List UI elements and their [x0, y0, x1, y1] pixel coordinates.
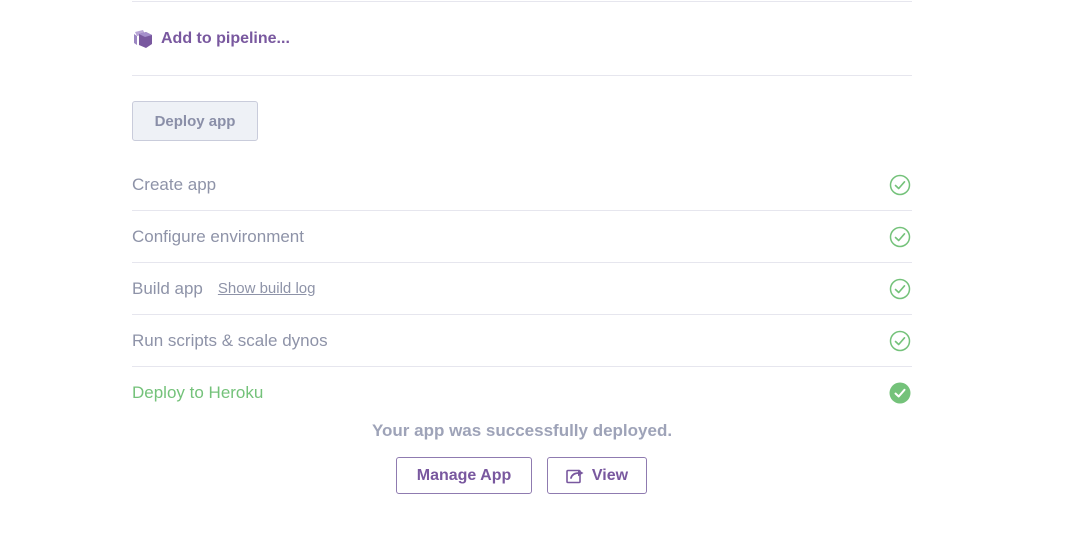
step-label: Create app	[132, 174, 217, 194]
external-link-icon	[566, 468, 585, 484]
manage-app-label: Manage App	[416, 466, 512, 484]
view-app-button[interactable]: View	[547, 457, 647, 494]
deploy-steps-list: Create app Configure environment Build a…	[132, 159, 912, 419]
deploy-actions: Manage App View	[396, 457, 647, 494]
step-label: Deploy to Heroku	[132, 383, 264, 402]
add-to-pipeline-link[interactable]: Add to pipeline...	[132, 27, 290, 51]
deploy-app-button[interactable]: Deploy app	[132, 101, 258, 141]
step-create-app: Create app	[132, 159, 912, 211]
pipeline-icon	[132, 29, 153, 50]
add-to-pipeline-label: Add to pipeline...	[161, 30, 290, 47]
step-label: Run scripts & scale dynos	[132, 330, 328, 350]
step-label: Build app	[132, 278, 203, 298]
check-circle-icon	[889, 330, 911, 352]
check-circle-icon	[889, 226, 911, 248]
step-configure-environment: Configure environment	[132, 211, 912, 263]
divider	[132, 75, 912, 76]
check-circle-filled-icon	[889, 382, 911, 404]
view-label: View	[591, 466, 629, 484]
manage-app-button[interactable]: Manage App	[396, 457, 532, 494]
step-build-app: Build app Show build log	[132, 263, 912, 315]
check-circle-icon	[889, 174, 911, 196]
check-circle-icon	[889, 278, 911, 300]
step-label: Configure environment	[132, 226, 304, 246]
step-run-scripts: Run scripts & scale dynos	[132, 315, 912, 367]
deploy-success-message: Your app was successfully deployed.	[371, 421, 673, 440]
show-build-log-link[interactable]: Show build log	[218, 280, 316, 297]
divider	[132, 1, 912, 2]
step-deploy-to-heroku: Deploy to Heroku	[132, 367, 912, 419]
